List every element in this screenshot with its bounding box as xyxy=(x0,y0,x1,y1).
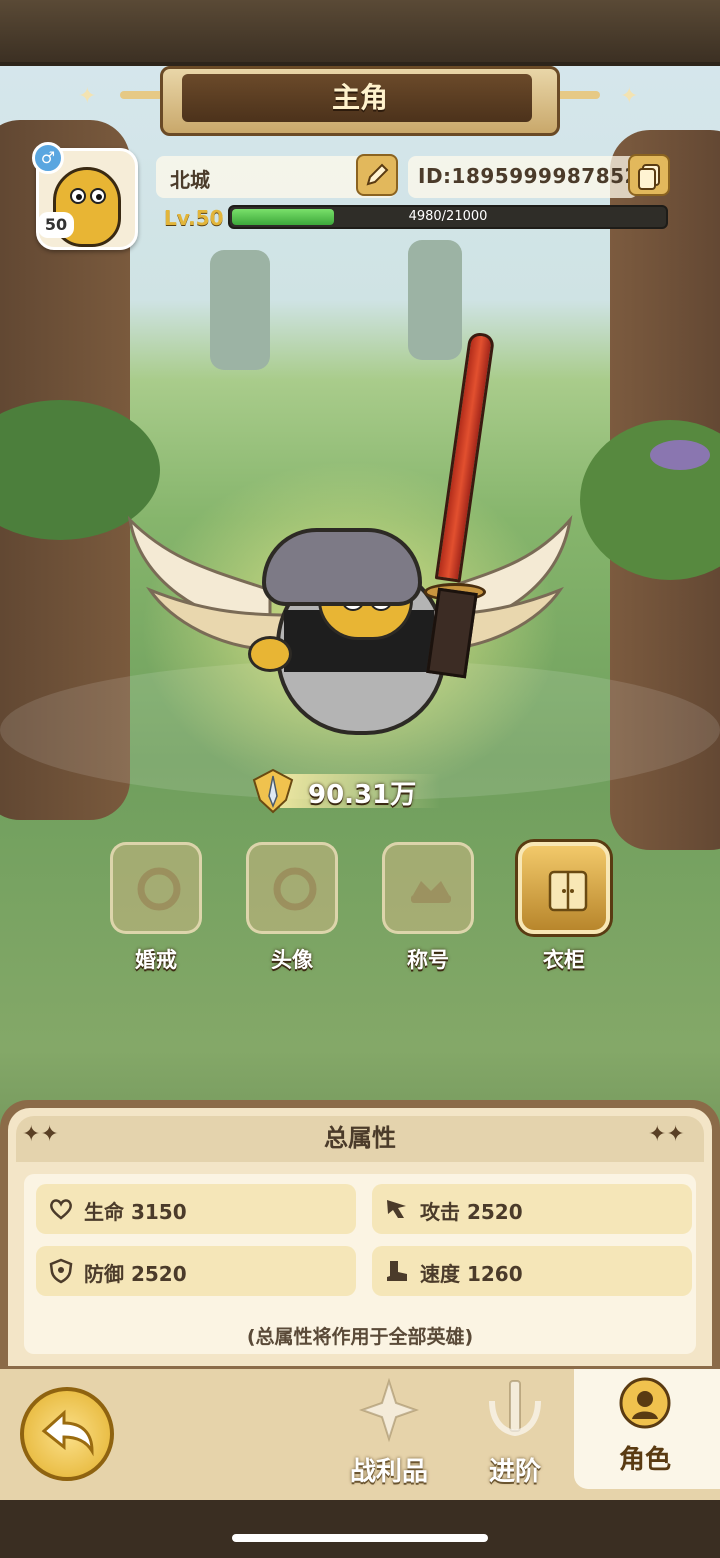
player-id: ID:1895999987852 xyxy=(418,164,639,188)
avatar-frame-label: 头像 xyxy=(271,948,313,972)
claw-attack-icon xyxy=(387,1200,406,1218)
title-banner: 主角 xyxy=(120,66,600,136)
copy-id-button[interactable] xyxy=(628,154,670,196)
xp-text: 4980/21000 xyxy=(408,209,488,224)
attributes-note: (总属性将作用于全部英雄) xyxy=(246,1326,474,1348)
crown-title-icon xyxy=(411,881,451,903)
edit-name-button[interactable] xyxy=(356,154,398,196)
attributes-panel: ✦✦ ✦✦ 总属性 生命 3150 攻击 2520 防御 2520 速度 126… xyxy=(0,1100,720,1370)
shield-icon xyxy=(49,1258,73,1284)
avatar-frame-button[interactable] xyxy=(246,842,338,934)
heart-icon xyxy=(50,1199,72,1220)
ring-icon xyxy=(137,867,181,911)
boot-icon xyxy=(387,1261,407,1281)
stat-speed: 速度 1260 xyxy=(372,1246,692,1296)
copy-icon xyxy=(638,164,660,190)
nav-item-advance[interactable]: 进阶 xyxy=(460,1375,570,1493)
stat-defense: 防御 2520 xyxy=(36,1246,356,1296)
avatar-level-badge: 50 xyxy=(38,212,74,238)
sparkle-icon: ✦ xyxy=(78,84,97,109)
wedding-ring-button[interactable] xyxy=(110,842,202,934)
sword-power-icon xyxy=(252,768,294,814)
attributes-title: 总属性 xyxy=(324,1124,396,1152)
eye xyxy=(90,188,106,204)
attributes-body: 生命 3150 攻击 2520 防御 2520 速度 1260 (总属性将作用于… xyxy=(24,1174,696,1354)
player-level: Lv.50 xyxy=(164,206,224,230)
mushroom xyxy=(650,440,710,470)
hero-hair xyxy=(262,528,422,606)
top-frame xyxy=(0,0,720,66)
page-title: 主角 xyxy=(331,81,388,114)
stone-pillar xyxy=(210,250,270,370)
stat-speed-text: 速度 1260 xyxy=(420,1262,523,1286)
gear-character-icon xyxy=(619,1377,671,1429)
nav-item-loot[interactable]: 战利品 xyxy=(334,1375,444,1493)
combat-power: 90.31万 xyxy=(250,766,440,816)
wedding-ring-label: 婚戒 xyxy=(135,948,177,972)
stat-defense-text: 防御 2520 xyxy=(84,1262,187,1286)
sword-crest-icon xyxy=(489,1380,541,1437)
pencil-icon xyxy=(366,163,389,186)
nav-item-character[interactable]: 角色 xyxy=(590,1369,700,1487)
eye xyxy=(70,188,86,204)
male-gender-icon: ♂ xyxy=(32,142,64,174)
title-label: 称号 xyxy=(407,948,449,972)
combat-power-value: 90.31万 xyxy=(308,780,417,810)
wardrobe-button[interactable] xyxy=(518,842,610,934)
stone-pillar xyxy=(408,240,462,360)
player-id-field: ID:1895999987852 xyxy=(408,156,638,198)
sparkle-icon: ✦ xyxy=(620,84,639,109)
wardrobe-label: 衣柜 xyxy=(543,948,585,972)
bottom-nav: 战利品 进阶 角色 xyxy=(0,1366,720,1503)
avatar-frame-icon xyxy=(273,867,317,911)
back-button[interactable] xyxy=(20,1387,114,1481)
nav-item-loot-label: 战利品 xyxy=(349,1457,428,1487)
attributes-panel-inner: ✦✦ ✦✦ 总属性 生命 3150 攻击 2520 防御 2520 速度 126… xyxy=(8,1108,712,1370)
stat-attack: 攻击 2520 xyxy=(372,1184,692,1234)
player-name: 北城 xyxy=(170,168,210,192)
bottom-frame xyxy=(0,1500,720,1558)
stat-attack-text: 攻击 2520 xyxy=(420,1200,523,1224)
nav-item-advance-label: 进阶 xyxy=(488,1457,541,1487)
trophy-sparkle-icon xyxy=(358,1377,420,1443)
hero-hand xyxy=(248,636,292,672)
stat-hp: 生命 3150 xyxy=(36,1184,356,1234)
nav-item-character-label: 角色 xyxy=(618,1445,671,1475)
xp-bar: 4980/21000 xyxy=(228,205,668,229)
title-button[interactable] xyxy=(382,842,474,934)
back-arrow-icon xyxy=(41,1409,94,1457)
home-indicator[interactable] xyxy=(232,1534,488,1542)
wardrobe-icon xyxy=(548,870,588,912)
stat-hp-text: 生命 3150 xyxy=(84,1200,187,1224)
